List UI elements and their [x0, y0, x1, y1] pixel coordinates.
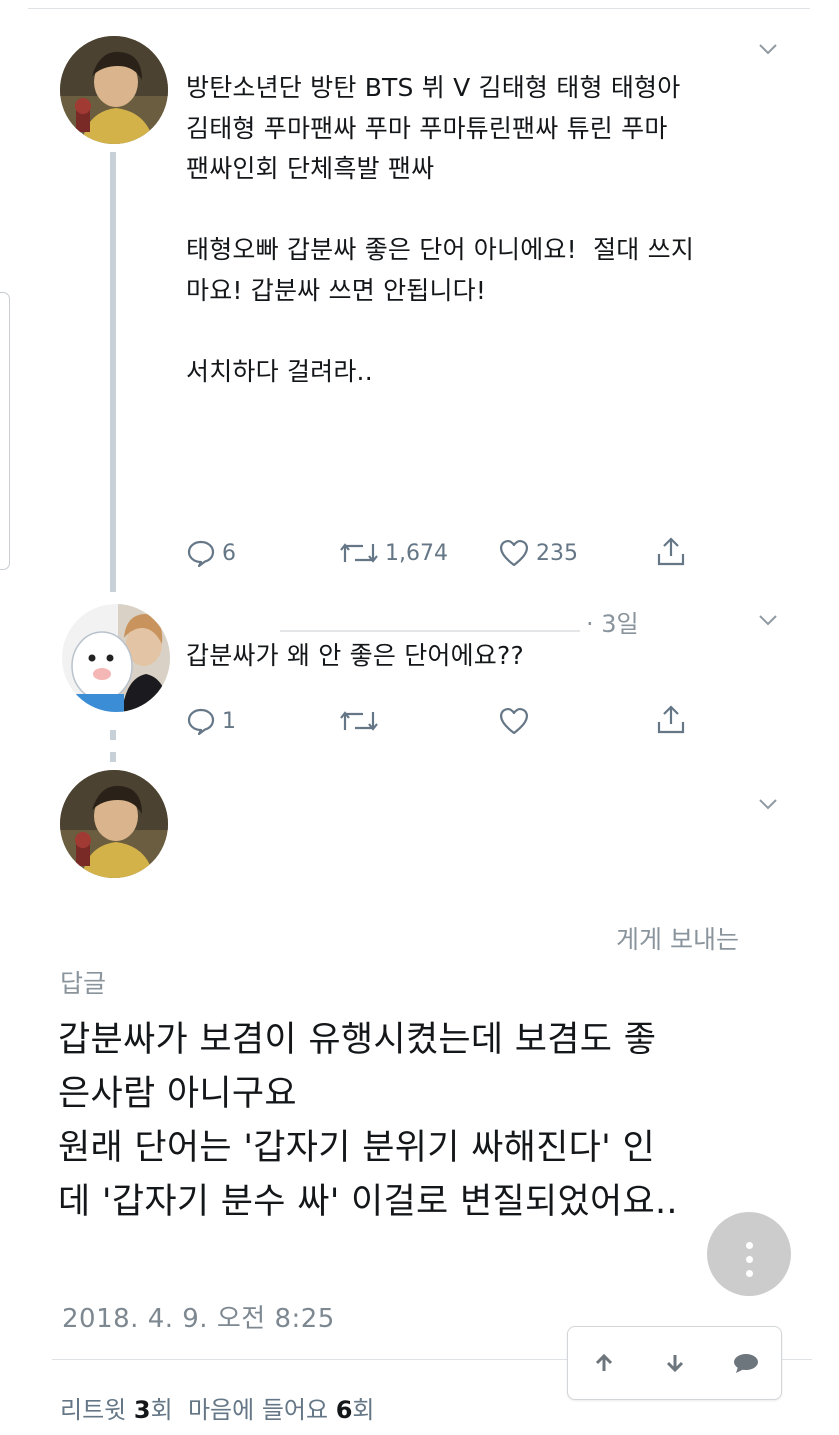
like-button[interactable] — [498, 706, 530, 736]
retweet-icon — [340, 711, 378, 731]
tweet3-body: 갑분싸가 보겸이 유행시켰는데 보겸도 좋 은사람 아니구요 원래 단어는 '갑… — [58, 1013, 818, 1229]
redacted-author-line — [280, 630, 580, 632]
comment-button[interactable] — [726, 1343, 766, 1383]
retweet-icon — [340, 543, 378, 563]
scroll-nav-panel — [567, 1326, 782, 1400]
heart-icon — [500, 708, 528, 735]
more-options-fab[interactable] — [707, 1212, 791, 1296]
scroll-up-button[interactable] — [584, 1343, 624, 1383]
chevron-down-icon[interactable] — [759, 43, 777, 55]
retweet-count: 1,674 — [385, 540, 448, 566]
tweet-timestamp: 2018. 4. 9. 오전 8:25 — [62, 1304, 335, 1334]
more-dot — [746, 1270, 753, 1277]
scroll-down-button[interactable] — [655, 1343, 695, 1383]
avatar-tweet1[interactable] — [60, 36, 168, 144]
retweet-stat-unit: 회 — [150, 1396, 173, 1424]
share-button[interactable] — [655, 536, 687, 568]
avatar-tweet2[interactable] — [62, 604, 170, 712]
like-button[interactable]: 235 — [498, 538, 578, 568]
retweet-button[interactable]: 1,674 — [339, 538, 448, 568]
like-stat-label: 마음에 들어요 — [187, 1396, 329, 1424]
more-dot — [746, 1242, 753, 1249]
arrow-down-icon — [666, 1355, 683, 1373]
reply-count: 1 — [222, 708, 236, 734]
share-icon — [657, 705, 685, 734]
reply-button[interactable]: 6 — [186, 538, 236, 568]
tweet3-line: 원래 단어는 '갑자기 분위기 싸해진다' 인 — [58, 1128, 655, 1168]
tweet2-time: · 3일 — [586, 610, 639, 638]
retweet-stat-count[interactable]: 3 — [134, 1396, 151, 1424]
reply-icon — [187, 708, 215, 736]
thread-line — [110, 152, 116, 592]
tweet2-text: 갑분싸가 왜 안 좋은 단어에요?? — [186, 641, 524, 670]
heart-icon — [500, 540, 528, 567]
like-count: 235 — [536, 540, 578, 566]
tweet3-line: 은사람 아니구요 — [58, 1074, 297, 1114]
avatar-tweet3[interactable] — [60, 770, 168, 878]
thread-line-dots — [110, 730, 116, 740]
share-icon — [657, 537, 685, 566]
engagement-stats: 리트윗 3회 마음에 들어요 6회 — [60, 1390, 375, 1425]
tweet3-line: 데 '갑자기 분수 싸' 이걸로 변질되었어요.. — [58, 1182, 678, 1222]
retweet-stat-label: 리트윗 — [60, 1396, 127, 1424]
partial-reply-to-line: 게게 보내는 — [616, 925, 739, 954]
edge-scroll-handle[interactable] — [0, 292, 10, 570]
reply-icon — [187, 540, 215, 568]
share-button[interactable] — [655, 704, 687, 736]
arrow-up-icon — [595, 1353, 612, 1371]
chevron-down-icon[interactable] — [759, 614, 777, 626]
reply-button[interactable]: 1 — [186, 706, 236, 736]
more-dot — [746, 1256, 753, 1263]
thread-line-dots — [110, 752, 116, 762]
comment-icon — [733, 1354, 758, 1373]
top-divider — [28, 8, 810, 9]
like-stat-unit: 회 — [352, 1396, 375, 1424]
reply-label: 답글 — [60, 969, 107, 998]
tweet1-text: 방탄소년단 방탄 BTS 뷔 V 김태형 태형 태형아 김태형 푸마팬싸 푸마 … — [186, 73, 695, 386]
chevron-down-icon[interactable] — [759, 798, 777, 810]
retweet-button[interactable] — [339, 706, 379, 736]
like-stat-count[interactable]: 6 — [336, 1396, 353, 1424]
tweet3-line: 갑분싸가 보겸이 유행시켰는데 보겸도 좋 — [58, 1020, 657, 1060]
reply-count: 6 — [222, 540, 236, 566]
